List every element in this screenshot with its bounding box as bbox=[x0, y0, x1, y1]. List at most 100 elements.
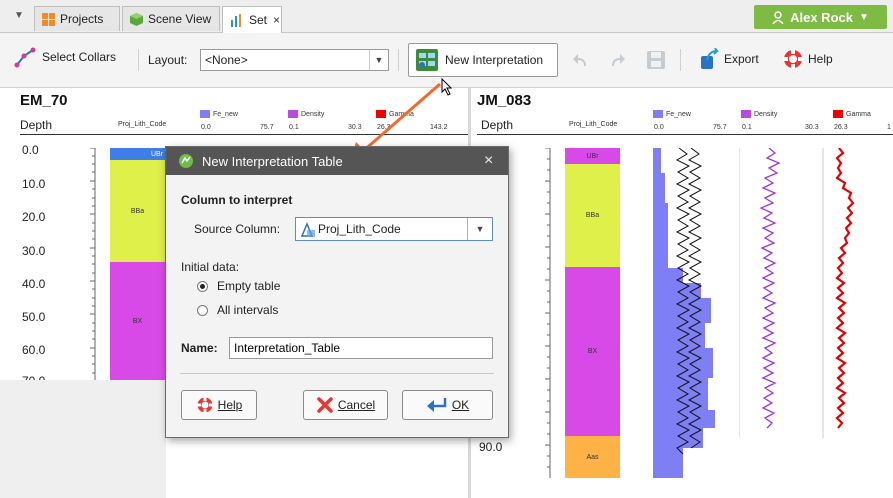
tab-list-dropdown-icon[interactable]: ▼ bbox=[14, 10, 24, 21]
new-interpretation-dialog: New Interpretation Table × Column to int… bbox=[165, 146, 509, 438]
chevron-down-icon: ▼ bbox=[858, 11, 869, 23]
cancel-button[interactable]: Cancel bbox=[303, 390, 388, 420]
depth-header: Depth bbox=[20, 118, 53, 132]
depth-tick: 30.0 bbox=[22, 244, 46, 258]
radio-button bbox=[197, 280, 208, 292]
header-rule bbox=[477, 134, 893, 135]
legend-item: Fe_new bbox=[653, 110, 691, 118]
new-interpretation-button[interactable]: New Interpretation bbox=[408, 43, 558, 77]
lith-unit-aas[interactable]: Aas bbox=[565, 436, 620, 478]
toolbar-divider bbox=[398, 49, 399, 71]
lith-unit-ubr[interactable]: UBr bbox=[565, 148, 620, 164]
ok-enter-icon bbox=[426, 397, 448, 413]
fe-new-log-track bbox=[653, 148, 715, 478]
projects-icon bbox=[42, 12, 55, 26]
dialog-titlebar[interactable]: New Interpretation Table × bbox=[166, 147, 508, 175]
gamma-log-track bbox=[822, 148, 855, 438]
legend-swatch bbox=[200, 110, 210, 118]
legend-swatch bbox=[741, 110, 751, 118]
tab-bar: ▼ Projects Scene View Set × Alex Rock ▼ bbox=[0, 0, 893, 33]
source-column-value: Proj_Lith_Code bbox=[318, 222, 401, 236]
help-button[interactable]: Help bbox=[782, 48, 833, 70]
legend-label: Gamma bbox=[846, 110, 871, 118]
help-label: Help bbox=[808, 52, 833, 66]
help-label: Help bbox=[217, 398, 243, 412]
user-name: Alex Rock bbox=[790, 9, 853, 25]
help-lifebuoy-icon bbox=[782, 48, 804, 70]
radio-label: All intervals bbox=[217, 303, 279, 317]
depth-ruler bbox=[545, 148, 551, 478]
depth-tick: 40.0 bbox=[22, 277, 46, 291]
lith-unit-bx[interactable]: BX bbox=[565, 267, 620, 436]
radio-label: Empty table bbox=[217, 279, 281, 293]
log-panel-jm083: JM_083 Depth Proj_Lith_Code Fe_new Densi… bbox=[471, 88, 893, 498]
section-heading: Column to interpret bbox=[181, 193, 293, 207]
select-collars-button[interactable]: Select Collars bbox=[14, 46, 116, 68]
mouse-cursor-icon bbox=[441, 77, 453, 99]
lith-unit-bba[interactable]: BBa bbox=[110, 160, 165, 262]
radio-button bbox=[197, 304, 208, 316]
lith-unit-bba[interactable]: BBa bbox=[565, 164, 620, 267]
source-column-select[interactable]: Proj_Lith_Code ▼ bbox=[295, 217, 493, 241]
dialog-app-icon bbox=[178, 153, 194, 172]
legend-min: 0.1 bbox=[289, 124, 299, 131]
lith-unit-label: BX bbox=[587, 348, 598, 355]
lith-unit-bx[interactable]: BX bbox=[110, 262, 165, 380]
legend-max: 30.3 bbox=[805, 124, 819, 131]
lith-unit-ubr[interactable]: UBr bbox=[110, 148, 165, 160]
depth-header: Depth bbox=[481, 118, 514, 132]
legend-label: Density bbox=[301, 110, 325, 118]
layout-select[interactable]: <None> ▼ bbox=[200, 49, 389, 71]
legend-min: 0.0 bbox=[201, 124, 211, 131]
legend-min: 0.0 bbox=[654, 124, 664, 131]
depth-ruler bbox=[90, 148, 96, 380]
legend-label: Fe_new bbox=[213, 110, 238, 118]
depth-tick: 10.0 bbox=[22, 177, 46, 191]
legend-swatch bbox=[653, 110, 663, 118]
depth-tick: 50.0 bbox=[22, 310, 46, 324]
legend-item: Density bbox=[288, 110, 324, 118]
radio-empty-table[interactable]: Empty table bbox=[197, 279, 280, 293]
close-tab-icon[interactable]: × bbox=[273, 13, 280, 27]
name-label: Name: bbox=[181, 341, 218, 355]
tab-label: Set bbox=[249, 13, 268, 27]
save-icon[interactable] bbox=[646, 50, 666, 73]
legend-label: Fe_new bbox=[666, 110, 691, 118]
user-icon bbox=[772, 10, 784, 24]
legend-item: Gamma bbox=[833, 110, 871, 118]
scene-view-icon bbox=[130, 12, 143, 26]
tab-label: Scene View bbox=[148, 12, 212, 26]
chevron-down-icon: ▼ bbox=[467, 218, 492, 240]
set-icon bbox=[230, 13, 244, 27]
tab-label: Projects bbox=[60, 12, 104, 26]
chevron-down-icon: ▼ bbox=[369, 50, 388, 70]
lith-unit-label: BBa bbox=[585, 212, 600, 219]
close-icon[interactable]: × bbox=[484, 152, 493, 170]
name-input[interactable] bbox=[229, 337, 493, 359]
help-lifebuoy-icon bbox=[196, 396, 214, 414]
dialog-separator bbox=[180, 373, 494, 374]
source-column-label: Source Column: bbox=[194, 222, 281, 236]
tab-projects[interactable]: Projects bbox=[34, 6, 120, 31]
legend-max: 75.7 bbox=[260, 124, 274, 131]
user-menu-button[interactable]: Alex Rock ▼ bbox=[754, 5, 887, 29]
export-button[interactable]: Export bbox=[697, 48, 759, 70]
legend-swatch bbox=[833, 110, 843, 118]
lith-unit-label: BBa bbox=[130, 207, 145, 215]
redo-icon[interactable] bbox=[608, 52, 626, 73]
select-collars-label: Select Collars bbox=[42, 50, 117, 64]
legend-max: 1 bbox=[887, 124, 891, 131]
radio-all-intervals[interactable]: All intervals bbox=[197, 303, 278, 317]
panel-title: EM_70 bbox=[20, 92, 68, 109]
ok-button[interactable]: OK bbox=[402, 390, 493, 420]
undo-icon[interactable] bbox=[572, 52, 590, 73]
tab-set[interactable]: Set × bbox=[222, 6, 282, 33]
toolbar-divider bbox=[138, 49, 139, 71]
tab-scene-view[interactable]: Scene View bbox=[122, 6, 220, 31]
legend-max: 75.7 bbox=[713, 124, 727, 131]
new-interpretation-icon bbox=[415, 48, 439, 72]
legend-label: Density bbox=[754, 110, 778, 118]
help-button[interactable]: Help bbox=[181, 390, 257, 420]
lith-unit-label: BX bbox=[132, 317, 143, 325]
density-log-track bbox=[739, 148, 781, 438]
